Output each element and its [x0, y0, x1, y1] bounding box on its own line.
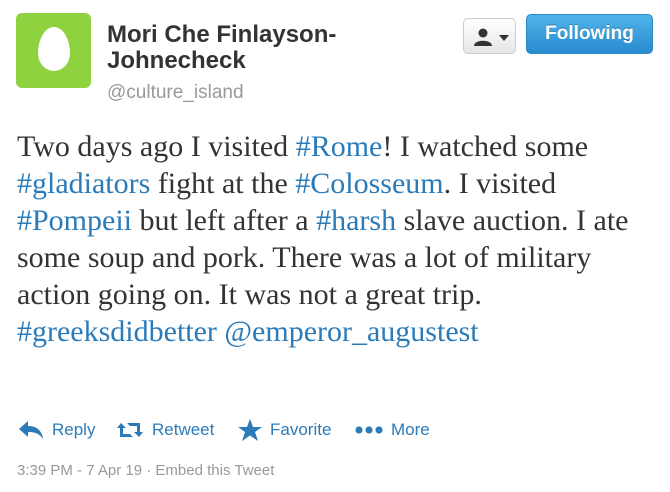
tweet-text-segment: but left after a — [132, 204, 317, 237]
favorite-label: Favorite — [270, 420, 332, 439]
hashtag-link[interactable]: #Rome — [296, 130, 383, 163]
tweet-text-segment: ! I watched some — [382, 130, 589, 163]
meta-separator: · — [146, 462, 152, 479]
tweet-text: Two days ago I visited #Rome! I watched … — [17, 128, 662, 350]
following-button[interactable]: Following — [526, 14, 653, 54]
favorite-button[interactable]: Favorite — [238, 416, 331, 444]
more-label: More — [391, 420, 430, 439]
retweet-button[interactable]: Retweet — [116, 416, 214, 444]
reply-icon — [19, 421, 43, 439]
embed-tweet-link[interactable]: Embed this Tweet — [155, 462, 274, 479]
tweet-text-segment: . I visited — [443, 167, 557, 200]
tweet-text-segment: fight at the — [150, 167, 296, 200]
reply-label: Reply — [52, 420, 96, 439]
retweet-label: Retweet — [152, 420, 215, 439]
timestamp-link[interactable]: 3:39 PM - 7 Apr 19 — [17, 462, 142, 479]
more-button[interactable]: More — [355, 416, 430, 444]
egg-icon — [38, 27, 70, 71]
hashtag-link[interactable]: #harsh — [316, 204, 396, 237]
hashtag-link[interactable]: #greeksdidbetter — [17, 315, 217, 348]
hashtag-link[interactable]: #gladiators — [17, 167, 150, 200]
user-display-name[interactable]: Mori Che Finlayson-Johnecheck — [107, 22, 407, 74]
user-handle[interactable]: @culture_island — [107, 82, 244, 104]
mention-link[interactable]: @emperor_augustest — [224, 315, 478, 348]
tweet-actions: Reply Retweet Favorite More — [18, 416, 658, 444]
user-actions-dropdown[interactable] — [463, 18, 516, 54]
chevron-down-icon — [499, 35, 509, 41]
avatar[interactable] — [16, 13, 91, 88]
user-icon — [474, 28, 492, 46]
tweet-meta: 3:39 PM - 7 Apr 19 · Embed this Tweet — [17, 462, 274, 479]
reply-button[interactable]: Reply — [18, 416, 95, 444]
more-dots-icon — [355, 426, 383, 434]
hashtag-link[interactable]: #Pompeii — [17, 204, 132, 237]
tweet-text-segment: Two days ago I visited — [17, 130, 296, 163]
star-icon — [238, 419, 262, 441]
retweet-icon — [117, 423, 143, 437]
hashtag-link[interactable]: #Colosseum — [295, 167, 443, 200]
tweet-card: Mori Che Finlayson-Johnecheck @culture_i… — [0, 0, 670, 492]
